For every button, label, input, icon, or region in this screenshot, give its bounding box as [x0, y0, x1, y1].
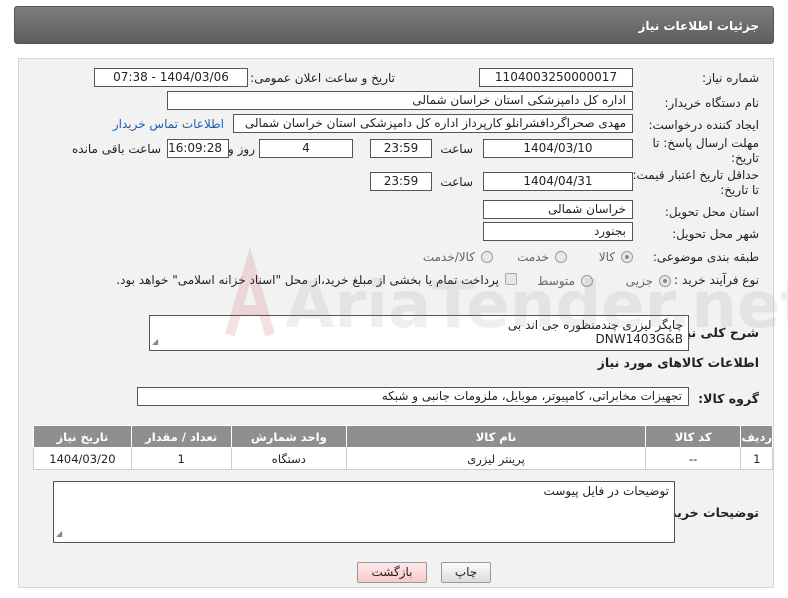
print-button[interactable]: چاپ	[441, 562, 491, 583]
category-label: طبقه بندی موضوعی:	[652, 250, 759, 264]
summary-line-1: چاپگر لیزری چندمنظوره جی اند بی	[507, 318, 683, 332]
cell-name: پرینتر لیزری	[346, 447, 646, 470]
column-header-unit: واحد شمارش	[230, 425, 348, 448]
cell-unit: دستگاه	[230, 447, 348, 470]
column-header-row-number: ردیف	[740, 425, 773, 448]
remaining-label: ساعت باقی مانده	[71, 142, 161, 156]
summary-textarea: چاپگر لیزری چندمنظوره جی اند بی DNW1403G…	[149, 315, 689, 351]
buyer-org-field: اداره کل دامپزشکی استان خراسان شمالی	[167, 91, 633, 110]
contact-buyer-link[interactable]: اطلاعات تماس خریدار	[113, 117, 224, 131]
deadline-time-field: 23:59	[370, 139, 432, 158]
deadline-label-line1: مهلت ارسال پاسخ: تا	[652, 136, 759, 150]
creator-field: مهدی صحراگردافشرانلو کارپرداز اداره کل د…	[233, 114, 633, 133]
cell-need-date: 1404/03/20	[33, 447, 132, 470]
summary-line-2: DNW1403G&B	[595, 332, 683, 346]
city-field: بجنورد	[483, 222, 633, 241]
days-field: 4	[259, 139, 353, 158]
page-header: جزئیات اطلاعات نیاز	[14, 6, 774, 44]
province-label: استان محل تحویل:	[664, 205, 759, 219]
goods-group-field: تجهیزات مخابراتی، کامپیوتر، موبایل، ملزو…	[137, 387, 689, 406]
column-header-quantity: تعداد / مقدار	[130, 425, 232, 448]
deadline-label-line2: تاریخ:	[731, 151, 759, 165]
category-radio-goods[interactable]	[621, 251, 633, 263]
page-title: جزئیات اطلاعات نیاز	[638, 19, 759, 33]
cell-quantity: 1	[130, 447, 232, 470]
category-option-goods: کالا	[598, 250, 615, 264]
announce-field: 1404/03/06 - 07:38	[94, 68, 248, 87]
process-option-minor: جزیی	[625, 274, 653, 288]
column-header-need-date: تاریخ نیاز	[33, 425, 132, 448]
need-number-field: 1104003250000017	[479, 68, 633, 87]
price-validity-label-line2: تا تاریخ:	[720, 183, 759, 197]
process-label: نوع فرآیند خرید :	[674, 273, 759, 287]
goods-section-title: اطلاعات کالاهای مورد نیاز	[597, 355, 759, 370]
buyer-notes-textarea: توضیحات در فایل پیوست ◢	[53, 481, 675, 543]
category-radio-goods-service[interactable]	[481, 251, 493, 263]
deadline-time-label: ساعت	[440, 142, 473, 156]
price-validity-label-line1: حداقل تاریخ اعتبار قیمت:	[632, 168, 759, 182]
category-option-goods-service: کالا/خدمت	[422, 250, 475, 264]
column-header-name: نام کالا	[346, 425, 646, 448]
price-time-label: ساعت	[440, 175, 473, 189]
details-panel: شماره نیاز: 1104003250000017 تاریخ و ساع…	[18, 58, 774, 588]
goods-table-header-row: ردیف کد کالا نام کالا واحد شمارش تعداد /…	[33, 425, 773, 448]
deadline-date-field: 1404/03/10	[483, 139, 633, 158]
column-header-code: کد کالا	[644, 425, 742, 448]
cell-code: --	[644, 447, 742, 470]
remaining-time-field: 16:09:28	[167, 139, 229, 158]
buyer-notes-text: توضیحات در فایل پیوست	[543, 484, 669, 498]
back-button[interactable]: بازگشت	[357, 562, 427, 583]
goods-group-label: گروه کالا:	[698, 391, 759, 406]
city-label: شهر محل تحویل:	[672, 227, 759, 241]
province-field: خراسان شمالی	[483, 200, 633, 219]
process-radio-medium[interactable]	[581, 275, 593, 287]
resize-grip-icon[interactable]: ◢	[56, 527, 62, 541]
need-number-label: شماره نیاز:	[702, 71, 759, 85]
announce-label: تاریخ و ساعت اعلان عمومی:	[250, 71, 395, 85]
price-time-field: 23:59	[370, 172, 432, 191]
price-date-field: 1404/04/31	[483, 172, 633, 191]
buyer-org-label: نام دستگاه خریدار:	[664, 96, 760, 110]
goods-table: ردیف کد کالا نام کالا واحد شمارش تعداد /…	[33, 425, 773, 470]
treasury-payment-checkbox[interactable]	[505, 273, 517, 285]
cell-row-number: 1	[740, 447, 773, 470]
treasury-payment-note: پرداخت تمام یا بخشی از مبلغ خرید،از محل …	[116, 273, 499, 287]
creator-label: ایجاد کننده درخواست:	[648, 118, 759, 132]
process-option-medium: متوسط	[537, 274, 575, 288]
process-radio-minor[interactable]	[659, 275, 671, 287]
category-option-service: خدمت	[517, 250, 549, 264]
days-label: روز و	[228, 142, 255, 156]
resize-grip-icon[interactable]: ◢	[152, 335, 158, 349]
category-radio-service[interactable]	[555, 251, 567, 263]
table-row: 1 -- پرینتر لیزری دستگاه 1 1404/03/20	[33, 447, 773, 470]
